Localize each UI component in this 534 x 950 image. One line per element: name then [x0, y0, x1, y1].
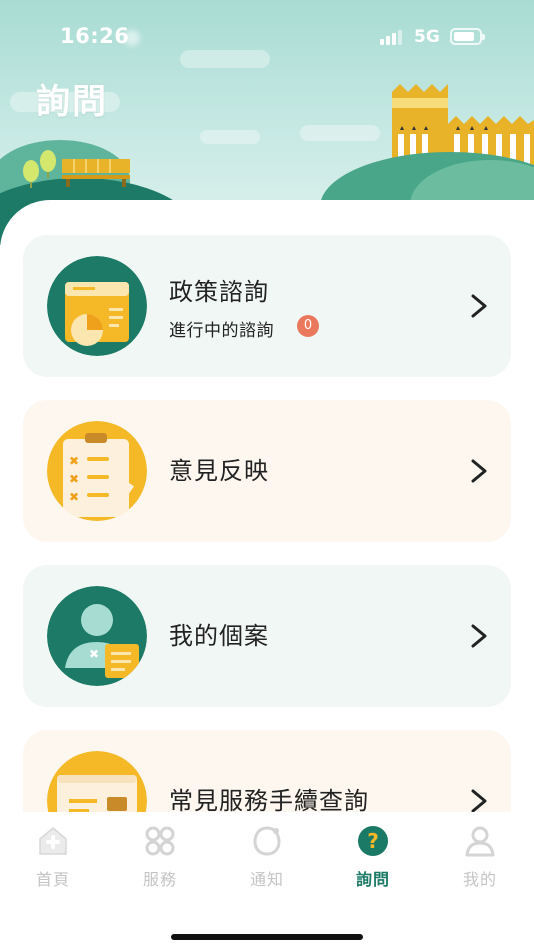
tab-inquiry[interactable]: ? 詢問 — [328, 824, 418, 894]
signal-icon — [380, 29, 404, 45]
ongoing-consultation-label: 進行中的諮詢 — [169, 321, 274, 341]
card-title: 常見服務手續查詢 — [169, 787, 369, 815]
policy-chart-icon — [47, 256, 147, 356]
bell-icon — [253, 826, 281, 856]
tab-home[interactable]: 首頁 — [8, 824, 98, 894]
question-icon: ? — [358, 826, 388, 856]
svg-text:?: ? — [367, 829, 379, 853]
home-indicator[interactable] — [171, 934, 363, 940]
page-title: 詢問 — [36, 82, 108, 122]
bench-illustration — [62, 159, 130, 187]
tab-services[interactable]: 服務 — [115, 824, 205, 894]
svg-text:✖: ✖ — [89, 647, 99, 661]
tab-profile[interactable]: 我的 — [435, 824, 525, 894]
my-cases-card[interactable]: ✖ 我的個案 — [23, 565, 511, 707]
svg-text:✖: ✖ — [69, 472, 79, 486]
profile-icon — [465, 826, 495, 857]
tab-label: 詢問 — [355, 870, 390, 889]
policy-consultation-card[interactable]: 政策諮詢 進行中的諮詢 0 — [23, 235, 511, 377]
svg-text:✖: ✖ — [69, 454, 79, 468]
grid-icon — [145, 826, 175, 856]
network-label: 5G — [414, 27, 440, 47]
status-time: 16:26 — [60, 24, 130, 48]
tab-label: 服務 — [142, 870, 177, 889]
tab-label: 首頁 — [35, 870, 70, 889]
count-badge: 0 — [297, 315, 319, 337]
battery-icon — [450, 28, 485, 45]
chevron-right-icon — [471, 294, 487, 318]
card-title: 政策諮詢 — [169, 278, 269, 306]
card-title: 意見反映 — [169, 457, 269, 485]
home-icon — [39, 827, 67, 855]
feedback-card[interactable]: ✖ ✖ ✖ 意見反映 — [23, 400, 511, 542]
svg-text:✖: ✖ — [69, 490, 79, 504]
tab-label: 通知 — [249, 870, 284, 889]
clipboard-checklist-icon: ✖ ✖ ✖ — [47, 421, 147, 521]
status-bar: 16:26 5G — [0, 0, 534, 70]
card-title: 我的個案 — [169, 622, 269, 650]
chevron-right-icon — [471, 624, 487, 648]
tab-notifications[interactable]: 通知 — [222, 824, 312, 894]
chevron-right-icon — [471, 459, 487, 483]
person-case-icon: ✖ — [47, 586, 147, 686]
bottom-tab-bar: 首頁 服務 通知 ? 詢問 我的 — [0, 812, 534, 950]
tab-label: 我的 — [462, 870, 497, 889]
